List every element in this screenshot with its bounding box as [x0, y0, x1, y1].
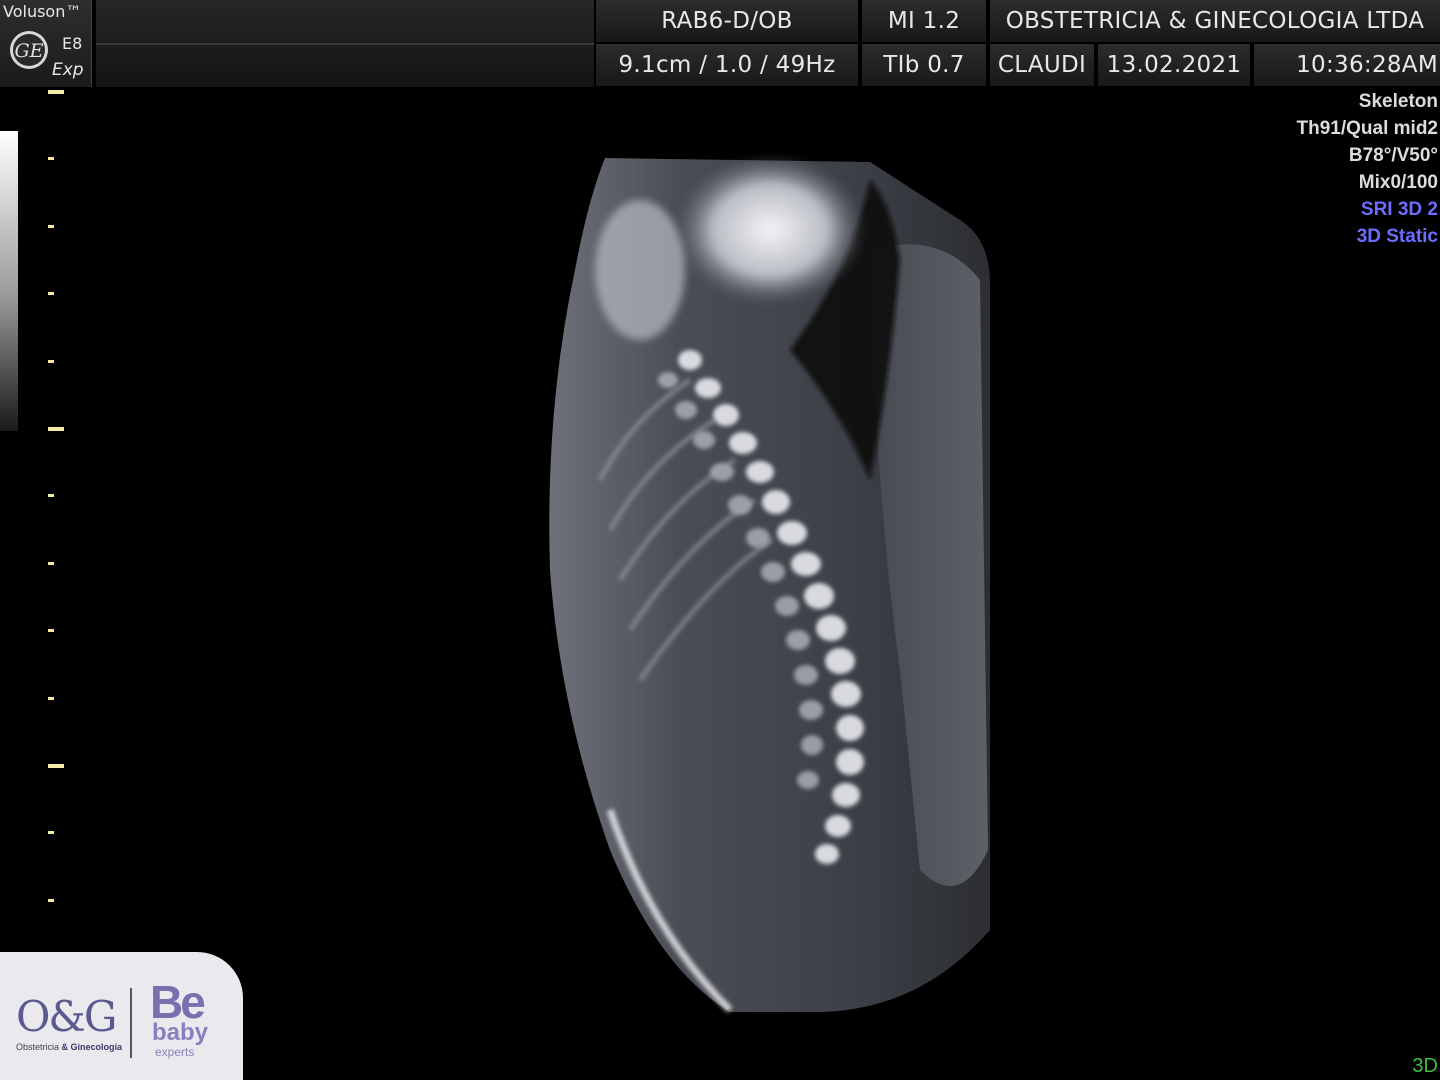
depth-ruler-tick [48, 224, 54, 228]
depth-ruler-tick [48, 831, 54, 835]
depth-gain-frequency: 9.1cm / 1.0 / 49Hz [596, 44, 858, 86]
device-variant: Exp [52, 60, 84, 80]
be-logo-mark: Be [150, 976, 206, 1028]
be-logo-baby: baby [152, 1019, 209, 1046]
sri-label: SRI 3D 2 [1360, 199, 1438, 220]
depth-ruler-tick [48, 494, 54, 498]
threshold-quality-label: Th91/Qual mid2 [1296, 118, 1438, 139]
render-mode-label: Skeleton [1358, 91, 1438, 112]
acquisition-mode-label: 3D Static [1356, 226, 1438, 247]
depth-ruler-tick [48, 561, 54, 565]
svg-text:GE: GE [14, 40, 43, 62]
be-logo-experts: experts [155, 1045, 195, 1059]
operator-name: CLAUDI [990, 44, 1094, 86]
og-logo-caption: Obstetricia & Ginecología [16, 1042, 123, 1052]
exam-date: 13.02.2021 [1098, 44, 1250, 86]
ultrasound-3d-volume-image [549, 155, 991, 1013]
depth-ruler [46, 88, 66, 988]
device-name: Voluson™ [3, 2, 82, 21]
device-brand: Voluson™ GE E8 Exp [0, 0, 92, 87]
device-model: E8 [62, 34, 83, 53]
depth-ruler-tick [48, 157, 54, 161]
thermal-index: TIb 0.7 [862, 44, 986, 86]
depth-ruler-tick [48, 359, 54, 363]
depth-ruler-tick [48, 764, 64, 768]
mechanical-index: MI 1.2 [862, 0, 986, 42]
depth-ruler-tick [48, 696, 54, 700]
grayscale-bar [0, 131, 18, 431]
angles-label: B78°/V50° [1348, 145, 1438, 166]
mode-indicator: 3D [1412, 1055, 1438, 1077]
exam-time: 10:36:28AM [1254, 44, 1440, 86]
logo-divider [130, 988, 132, 1058]
depth-ruler-tick [48, 898, 54, 902]
mix-label: Mix0/100 [1358, 172, 1438, 193]
depth-ruler-tick [48, 90, 64, 94]
og-logo-mark: O&G [16, 992, 117, 1041]
ge-monogram-icon: GE [10, 31, 48, 69]
depth-ruler-tick [48, 292, 54, 296]
clinic-logo: O&G Obstetricia & Ginecología Be baby ex… [0, 952, 243, 1080]
institution-name: OBSTETRICIA & GINECOLOGIA LTDA [990, 0, 1440, 42]
header-blank-panel [96, 0, 594, 87]
depth-ruler-tick [48, 629, 54, 633]
probe-preset: RAB6-D/OB [596, 0, 858, 42]
render-settings-panel: Skeleton Th91/Qual mid2 B78°/V50° Mix0/1… [1238, 88, 1438, 250]
depth-ruler-tick [48, 427, 64, 431]
status-header: Voluson™ GE E8 Exp RAB6-D/OB MI 1.2 OBST… [0, 0, 1440, 87]
